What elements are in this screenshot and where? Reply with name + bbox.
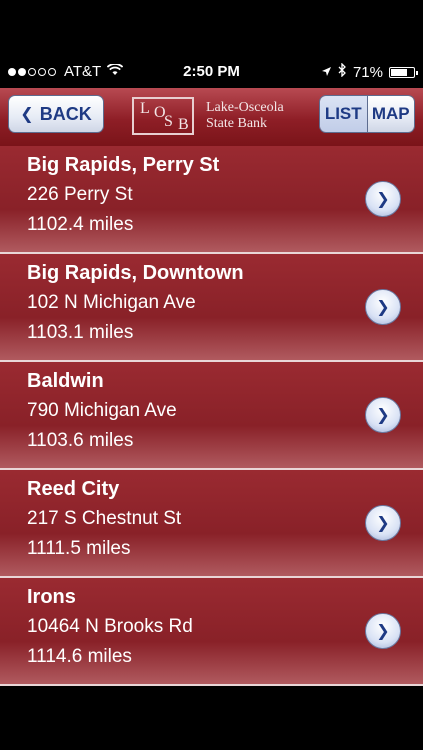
list-item[interactable]: Reed City 217 S Chestnut St 1111.5 miles… — [0, 470, 423, 578]
location-name: Irons — [27, 586, 76, 608]
disclosure-chevron-icon[interactable]: ❯ — [365, 289, 401, 325]
location-distance: 1102.4 miles — [27, 214, 134, 235]
logo-line-1: Lake-Osceola — [206, 100, 284, 115]
status-bar: AT&T 2:50 PM 71% — [0, 56, 423, 88]
location-address: 217 S Chestnut St — [27, 508, 182, 529]
location-distance: 1103.1 miles — [27, 322, 134, 343]
location-address: 10464 N Brooks Rd — [27, 616, 193, 637]
status-right: 71% — [315, 62, 418, 81]
location-name: Big Rapids, Downtown — [27, 262, 244, 284]
location-name: Reed City — [27, 478, 120, 500]
view-toggle: LIST MAP — [319, 95, 415, 133]
list-item[interactable]: Big Rapids, Perry St 226 Perry St 1102.4… — [0, 146, 423, 254]
logo-text: Lake-Osceola State Bank — [206, 100, 284, 132]
location-distance: 1111.5 miles — [27, 538, 131, 559]
bottom-area — [0, 693, 423, 750]
map-view-button[interactable]: MAP — [366, 96, 414, 132]
list-item[interactable]: Baldwin 790 Michigan Ave 1103.6 miles ❯ — [0, 362, 423, 470]
navigation-bar: ❮ BACK L O S B Lake-Osceola State Bank L… — [0, 88, 423, 147]
list-view-button[interactable]: LIST — [320, 96, 367, 132]
chevron-left-icon: ❮ — [20, 106, 34, 123]
list-item[interactable]: Big Rapids, Downtown 102 N Michigan Ave … — [0, 254, 423, 362]
back-button[interactable]: ❮ BACK — [8, 95, 104, 133]
location-name: Big Rapids, Perry St — [27, 154, 220, 176]
location-address: 102 N Michigan Ave — [27, 292, 196, 313]
logo-line-2: State Bank — [206, 116, 268, 131]
locations-list: Big Rapids, Perry St 226 Perry St 1102.4… — [0, 146, 423, 686]
location-address: 226 Perry St — [27, 184, 133, 205]
location-distance: 1103.6 miles — [27, 430, 134, 451]
bank-logo: L O S B Lake-Osceola State Bank — [132, 96, 284, 136]
disclosure-chevron-icon[interactable]: ❯ — [365, 181, 401, 217]
bluetooth-icon — [338, 62, 347, 81]
disclosure-chevron-icon[interactable]: ❯ — [365, 397, 401, 433]
location-name: Baldwin — [27, 370, 104, 392]
location-distance: 1114.6 miles — [27, 646, 132, 667]
battery-percent: 71% — [352, 63, 383, 81]
back-button-label: BACK — [39, 103, 92, 124]
list-item[interactable]: Irons 10464 N Brooks Rd 1114.6 miles ❯ — [0, 578, 423, 686]
logo-monogram: L O S B — [132, 97, 194, 135]
location-arrow-icon — [321, 64, 332, 81]
battery-icon — [389, 66, 418, 78]
location-address: 790 Michigan Ave — [27, 400, 177, 421]
disclosure-chevron-icon[interactable]: ❯ — [365, 505, 401, 541]
disclosure-chevron-icon[interactable]: ❯ — [365, 613, 401, 649]
